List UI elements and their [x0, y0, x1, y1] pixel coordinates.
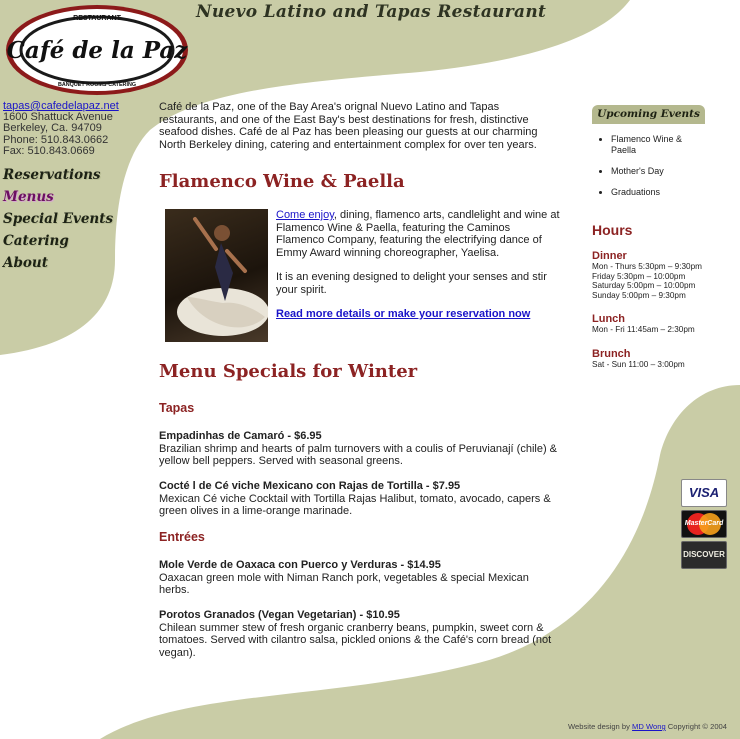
- dinner-label: Dinner: [592, 250, 627, 262]
- fax-line: Fax: 510.843.0669: [3, 144, 95, 157]
- city-line: Berkeley, Ca. 94709: [3, 122, 102, 135]
- brunch-label: Brunch: [592, 347, 631, 360]
- dish-item: Mole Verde de Oaxaca con Puerco y Verdur…: [159, 559, 557, 597]
- dish-name: Cocté l de Cé viche Mexicano con Rajas d…: [159, 480, 461, 492]
- footer-prefix: Website design by: [568, 722, 630, 731]
- come-enjoy-link[interactable]: Come enjoy: [276, 209, 334, 221]
- nav-reservations[interactable]: Reservations: [3, 164, 113, 186]
- left-nav: Reservations Menus Special Events Cateri…: [3, 164, 113, 274]
- dish-description: Mexican Cé viche Cocktail with Tortilla …: [159, 492, 551, 518]
- contact-block: tapas@cafedelapaz.net 1600 Shattuck Aven…: [3, 100, 119, 157]
- flamenco-dancer-photo[interactable]: [165, 209, 268, 342]
- dish-item: Empadinhas de Camaró - $6.95 Brazilian s…: [159, 430, 557, 468]
- logo-subtitle-text: BANQUET ROOMS·CATERING: [58, 82, 136, 88]
- cafe-de-la-paz-logo[interactable]: RESTAURANT Café de la Paz BANQUET ROOMS·…: [4, 3, 190, 97]
- dish-name: Empadinhas de Camaró - $6.95: [159, 430, 322, 442]
- dish-name: Mole Verde de Oaxaca con Puerco y Verdur…: [159, 559, 441, 571]
- discover-card-icon: DISCOVER: [681, 541, 727, 569]
- hours-block: Hours Dinner Mon - Thurs 5:30pm – 9:30pm…: [592, 222, 722, 370]
- nav-catering[interactable]: Catering: [3, 230, 113, 252]
- email-link[interactable]: tapas@cafedelapaz.net: [3, 100, 119, 112]
- dish-description: Brazilian shrimp and hearts of palm turn…: [159, 442, 558, 468]
- nav-about[interactable]: About: [3, 252, 113, 274]
- hours-line: Sunday 5:00pm – 9:30pm: [592, 290, 686, 300]
- dish-description: Oaxacan green mole with Niman Ranch pork…: [159, 571, 529, 597]
- menu-specials-heading: Menu Specials for Winter: [159, 361, 418, 382]
- designer-link[interactable]: MD Wong: [632, 722, 666, 731]
- hours-line: Mon - Thurs 5:30pm – 9:30pm: [592, 262, 702, 271]
- upcoming-events-title: Upcoming Events: [592, 105, 705, 124]
- reservation-link[interactable]: Read more details or make your reservati…: [276, 308, 530, 320]
- hours-title: Hours: [592, 222, 633, 238]
- footer-copyright: Copyright © 2004: [667, 722, 728, 731]
- hours-line: Sat - Sun 11:00 – 3:00pm: [592, 359, 685, 369]
- mastercard-icon: MasterCard: [681, 510, 727, 538]
- feature-text: Come enjoy, dining, flamenco arts, candl…: [276, 209, 560, 333]
- flamenco-heading: Flamenco Wine & Paella: [159, 171, 405, 192]
- visa-card-icon: VISA: [681, 479, 727, 507]
- hours-line: Saturday 5:00pm – 10:00pm: [592, 281, 696, 291]
- hours-line: Mon - Fri 11:45am – 2:30pm: [592, 325, 695, 335]
- logo-restaurant-text: RESTAURANT: [73, 15, 121, 22]
- site-tagline: Nuevo Latino and Tapas Restaurant: [196, 2, 547, 22]
- tapas-heading: Tapas: [159, 401, 195, 415]
- entrees-heading: Entrées: [159, 530, 205, 544]
- event-item[interactable]: Graduations: [611, 187, 705, 198]
- dish-item: Cocté l de Cé viche Mexicano con Rajas d…: [159, 480, 557, 518]
- upcoming-events-box: Upcoming Events Flamenco Wine & Paella M…: [592, 105, 705, 209]
- main-content: Café de la Paz, one of the Bay Area's or…: [159, 101, 560, 659]
- footer: Website design by MD Wong Copyright © 20…: [568, 722, 727, 731]
- event-item[interactable]: Flamenco Wine & Paella: [611, 134, 705, 156]
- nav-menus[interactable]: Menus: [3, 186, 113, 208]
- event-item[interactable]: Mother's Day: [611, 166, 705, 177]
- dish-item: Porotos Granados (Vegan Vegetarian) - $1…: [159, 609, 557, 659]
- dish-name: Porotos Granados (Vegan Vegetarian) - $1…: [159, 609, 400, 621]
- hours-line: Friday 5:30pm – 10:00pm: [592, 271, 686, 281]
- intro-paragraph: Café de la Paz, one of the Bay Area's or…: [159, 101, 538, 151]
- nav-special-events[interactable]: Special Events: [3, 208, 113, 230]
- dish-description: Chilean summer stew of fresh organic cra…: [159, 621, 552, 659]
- feature-description-2: It is an evening designed to delight you…: [276, 271, 547, 296]
- lunch-label: Lunch: [592, 313, 625, 326]
- logo-name-text: Café de la Paz: [7, 37, 189, 64]
